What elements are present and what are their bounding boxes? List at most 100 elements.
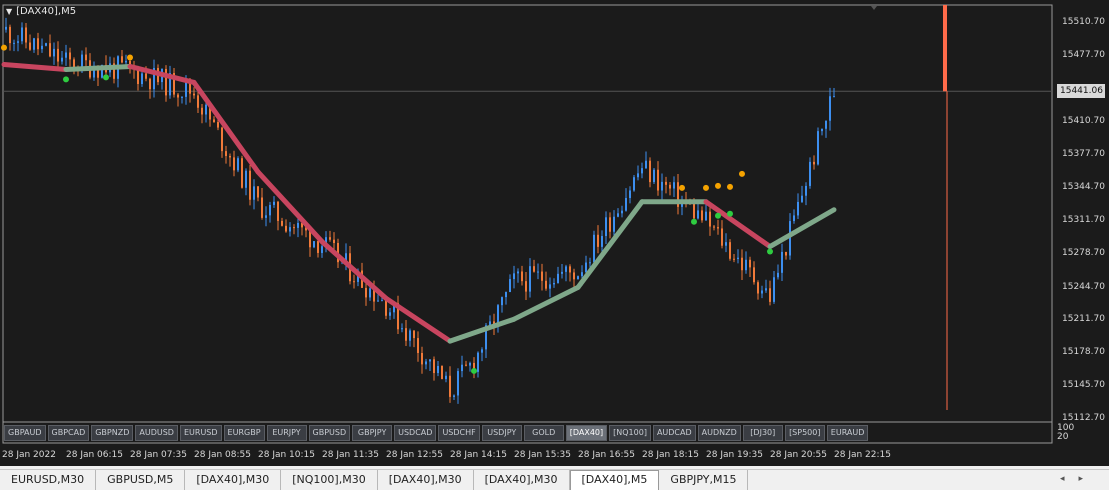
- ma-segment: [319, 239, 389, 301]
- symbol-button[interactable]: GOLD: [523, 425, 564, 441]
- moving-average: [1, 61, 837, 344]
- candle-body: [85, 54, 87, 61]
- candle-body: [745, 259, 747, 271]
- candle-body: [561, 271, 563, 274]
- bear-candle: [285, 219, 287, 233]
- time-tick-label: 28 Jan 08:55: [194, 450, 251, 460]
- bear-candle: [741, 249, 743, 280]
- chart-tab-bar: EURUSD,M30 GBPUSD,M5 [DAX40],M30 [NQ100],M3…: [0, 469, 1109, 490]
- symbol-button[interactable]: GBPUSD: [308, 425, 351, 441]
- bull-candle: [557, 266, 559, 284]
- scroll-left-icon[interactable]: ◂: [1060, 474, 1079, 484]
- ma-segment: [511, 284, 581, 322]
- tab-scroll-arrows[interactable]: ◂▸: [1060, 469, 1097, 490]
- bull-candle: [737, 249, 739, 264]
- candle-body: [733, 258, 735, 260]
- symbol-button[interactable]: USDCHF: [438, 425, 480, 441]
- bull-candle: [45, 42, 47, 47]
- candle-body: [181, 96, 183, 98]
- symbol-button[interactable]: GBPNZD: [91, 425, 134, 441]
- bull-candle: [577, 275, 579, 280]
- chart-tab[interactable]: EURUSD,M30: [0, 470, 97, 490]
- symbol-button[interactable]: EURAUD: [826, 425, 869, 441]
- chart-tab[interactable]: [DAX40],M30: [378, 470, 474, 490]
- candle-body: [829, 96, 831, 121]
- bull-candle: [653, 168, 655, 184]
- bull-candle: [161, 68, 163, 90]
- time-tick-label: 28 Jan 16:55: [578, 450, 635, 460]
- candle-body: [321, 246, 323, 253]
- ma-segment: [767, 207, 837, 250]
- symbol-button[interactable]: [DAX40]: [565, 425, 608, 441]
- candle-body: [605, 217, 607, 237]
- symbol-button[interactable]: EURUSD: [179, 425, 222, 441]
- candle-body: [649, 160, 651, 183]
- candle-body: [741, 257, 743, 271]
- candle-body: [761, 290, 763, 294]
- candle-body: [217, 122, 219, 128]
- bull-candle: [617, 208, 619, 218]
- candle-body: [781, 251, 783, 273]
- symbol-button[interactable]: EURJPY: [266, 425, 307, 441]
- candle-body: [385, 300, 387, 316]
- symbol-button[interactable]: AUDCAD: [652, 425, 696, 441]
- symbol-button[interactable]: AUDUSD: [135, 425, 178, 441]
- symbol-button[interactable]: GBPAUD: [4, 425, 46, 441]
- symbol-button[interactable]: USDCAD: [394, 425, 437, 441]
- symbol-button[interactable]: USDJPY: [481, 425, 522, 441]
- time-tick-label: 28 Jan 19:35: [706, 450, 763, 460]
- bear-candle: [9, 24, 11, 51]
- chart-tab[interactable]: [DAX40],M30: [474, 470, 570, 490]
- buy-signal-dot: [767, 248, 773, 255]
- bull-candle: [265, 206, 267, 227]
- bull-candle: [21, 22, 23, 45]
- candle-body: [297, 222, 299, 228]
- candle-body: [449, 375, 451, 397]
- chart-tab[interactable]: [DAX40],M5: [569, 470, 660, 490]
- bull-candle: [625, 188, 627, 212]
- chart-tab[interactable]: [NQ100],M30: [281, 470, 378, 490]
- chart-tab[interactable]: [DAX40],M30: [185, 470, 282, 490]
- candle-body: [625, 198, 627, 211]
- candle-body: [197, 95, 199, 108]
- bull-candle: [537, 263, 539, 280]
- symbol-button[interactable]: [NQ100]: [609, 425, 651, 441]
- candle-body: [785, 251, 787, 256]
- chart-tab[interactable]: GBPJPY,M15: [659, 470, 749, 490]
- candle-body: [241, 158, 243, 188]
- candle-body: [417, 338, 419, 353]
- price-tick-label: 15112.70: [1062, 413, 1105, 423]
- bull-candle: [681, 195, 683, 216]
- chart-window[interactable]: ▼ [DAX40],M5 15510.70 15477.70 15441.06 154…: [0, 0, 1109, 466]
- time-tick-label: 28 Jan 2022: [2, 450, 56, 460]
- symbol-button[interactable]: GBPJPY: [352, 425, 393, 441]
- candle-body: [97, 69, 99, 78]
- symbol-button[interactable]: EURGBP: [223, 425, 265, 441]
- price-scale[interactable]: 15510.70 15477.70 15441.06 15410.70 15377.70…: [1055, 0, 1109, 466]
- sell-signal-dot: [715, 182, 721, 189]
- bear-candle: [449, 366, 451, 403]
- bear-candle: [473, 357, 475, 379]
- candle-body: [465, 364, 467, 366]
- chart-tab[interactable]: GBPUSD,M5: [96, 470, 186, 490]
- price-chart[interactable]: [0, 0, 1109, 466]
- dropdown-triangle-icon[interactable]: ▼: [6, 7, 12, 16]
- bear-candle: [749, 256, 751, 277]
- sell-signal-dot: [739, 170, 745, 177]
- symbol-header[interactable]: ▼ [DAX40],M5: [6, 6, 76, 17]
- bull-candle: [833, 88, 835, 98]
- bear-candle: [233, 150, 235, 177]
- candle-body: [409, 330, 411, 341]
- candle-body: [717, 227, 719, 229]
- scroll-right-icon[interactable]: ▸: [1078, 474, 1097, 484]
- bear-candle: [785, 251, 787, 260]
- symbol-button[interactable]: AUDNZD: [697, 425, 741, 441]
- symbol-button[interactable]: [SP500]: [784, 425, 825, 441]
- symbol-button[interactable]: [DJ30]: [742, 425, 783, 441]
- price-tick-label: 15178.70: [1062, 347, 1105, 358]
- time-tick-label: 28 Jan 20:55: [770, 450, 827, 460]
- candle-body: [61, 57, 63, 62]
- bull-candle: [245, 168, 247, 196]
- symbol-button[interactable]: GBPCAD: [47, 425, 90, 441]
- candle-body: [537, 271, 539, 273]
